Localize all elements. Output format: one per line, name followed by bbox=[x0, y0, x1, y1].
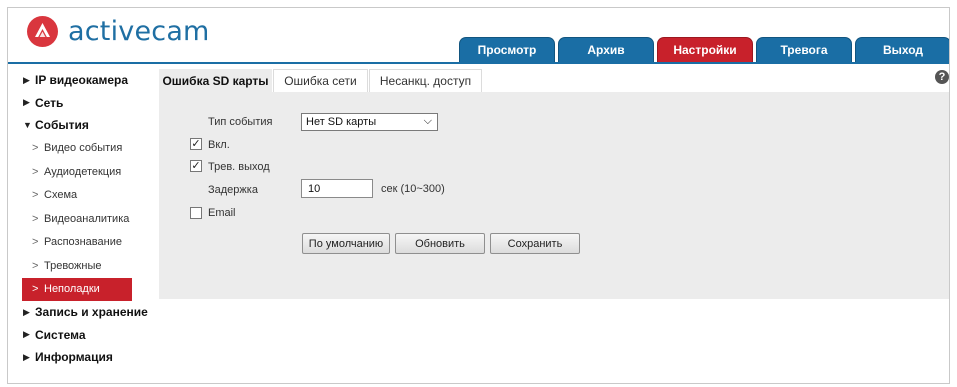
sidebar-item-events[interactable]: ▼ События bbox=[22, 114, 164, 137]
sidebar-item-ip-camera[interactable]: ▶ IP видеокамера bbox=[22, 69, 164, 92]
sidebar-item-label: IP видеокамера bbox=[35, 73, 129, 88]
chevron-right-icon: > bbox=[32, 142, 39, 155]
event-type-label: Тип события bbox=[208, 116, 273, 128]
logo: activecam bbox=[27, 16, 210, 47]
sidebar-item-information[interactable]: ▶ Информация bbox=[22, 346, 164, 369]
chevron-right-icon: > bbox=[32, 283, 39, 296]
sidebar-subitem-scheme[interactable]: > Схема bbox=[22, 184, 164, 208]
sidebar-item-label: Запись и хранение bbox=[35, 305, 148, 320]
sidebar-subitem-video-analytics[interactable]: > Видеоаналитика bbox=[22, 207, 164, 231]
delay-unit: сек (10~300) bbox=[381, 183, 445, 195]
nav-archive-button[interactable]: Архив bbox=[558, 37, 654, 62]
alarm-out-label: Трев. выход bbox=[208, 161, 270, 173]
sidebar-subitem-label: Распознавание bbox=[44, 236, 122, 249]
event-type-value: Нет SD карты bbox=[306, 116, 377, 128]
tab-unauthorized-access[interactable]: Несанкц. доступ bbox=[369, 69, 482, 92]
header: activecam Просмотр Архив Настройки Трево… bbox=[8, 8, 949, 64]
sidebar-subitem-label: Тревожные bbox=[44, 259, 102, 272]
nav-view-button[interactable]: Просмотр bbox=[459, 37, 555, 62]
sidebar: ▶ IP видеокамера ▶ Сеть ▼ События > Виде… bbox=[22, 69, 164, 369]
sidebar-item-recording-storage[interactable]: ▶ Запись и хранение bbox=[22, 301, 164, 324]
chevron-right-icon: > bbox=[32, 259, 39, 272]
sidebar-subitem-audio-detection[interactable]: > Аудиодетекция bbox=[22, 160, 164, 184]
chevron-right-icon: > bbox=[32, 189, 39, 202]
tab-bar: Ошибка SD карты Ошибка сети Несанкц. дос… bbox=[159, 66, 949, 92]
sidebar-item-label: Сеть bbox=[35, 95, 64, 110]
check-icon: ✓ bbox=[191, 137, 201, 150]
enable-checkbox[interactable]: ✓ bbox=[190, 138, 202, 150]
app-frame: activecam Просмотр Архив Настройки Трево… bbox=[7, 7, 950, 384]
check-icon: ✓ bbox=[191, 159, 201, 172]
chevron-down-icon: ⌵ bbox=[423, 115, 432, 127]
sidebar-subitem-recognition[interactable]: > Распознавание bbox=[22, 231, 164, 255]
delay-value: 10 bbox=[308, 182, 321, 195]
enable-label: Вкл. bbox=[208, 139, 230, 151]
logo-icon bbox=[27, 16, 58, 47]
sidebar-item-label: Система bbox=[35, 327, 86, 342]
sidebar-subitem-label: Схема bbox=[44, 189, 78, 202]
tab-sd-card-error[interactable]: Ошибка SD карты bbox=[159, 69, 272, 92]
chevron-right-icon: > bbox=[32, 165, 39, 178]
expand-triangle-icon: ▶ bbox=[23, 306, 30, 317]
sidebar-subitem-faults[interactable]: > Неполадки bbox=[22, 277, 132, 301]
expand-triangle-icon: ▶ bbox=[23, 97, 30, 108]
tab-network-error[interactable]: Ошибка сети bbox=[273, 69, 368, 92]
email-label: Email bbox=[208, 207, 236, 219]
sidebar-item-label: Информация bbox=[35, 350, 113, 365]
nav-logout-button[interactable]: Выход bbox=[855, 37, 949, 62]
help-icon[interactable]: ? bbox=[935, 70, 949, 84]
collapse-triangle-icon: ▼ bbox=[23, 120, 32, 131]
event-type-select[interactable]: Нет SD карты ⌵ bbox=[301, 113, 438, 131]
nav-divider bbox=[8, 62, 949, 64]
refresh-button[interactable]: Обновить bbox=[395, 233, 485, 254]
nav-settings-button[interactable]: Настройки bbox=[657, 37, 753, 62]
top-nav: Просмотр Архив Настройки Тревога Выход bbox=[459, 37, 949, 62]
expand-triangle-icon: ▶ bbox=[23, 74, 30, 85]
brand-name: activecam bbox=[68, 16, 210, 47]
nav-alarm-button[interactable]: Тревога bbox=[756, 37, 852, 62]
chevron-right-icon: > bbox=[32, 212, 39, 225]
settings-panel: Ошибка SD карты Ошибка сети Несанкц. дос… bbox=[159, 66, 949, 299]
email-checkbox[interactable] bbox=[190, 207, 202, 219]
sidebar-subitem-label: Аудиодетекция bbox=[44, 165, 122, 178]
sidebar-subitem-label: Неполадки bbox=[44, 283, 100, 296]
expand-triangle-icon: ▶ bbox=[23, 329, 30, 340]
save-button[interactable]: Сохранить bbox=[490, 233, 580, 254]
sidebar-item-label: События bbox=[35, 118, 89, 133]
sidebar-subitem-label: Видео события bbox=[44, 142, 123, 155]
default-button[interactable]: По умолчанию bbox=[302, 233, 390, 254]
chevron-right-icon: > bbox=[32, 236, 39, 249]
sidebar-subitem-label: Видеоаналитика bbox=[44, 212, 130, 225]
sidebar-subitem-video-events[interactable]: > Видео события bbox=[22, 137, 164, 161]
delay-label: Задержка bbox=[208, 184, 258, 196]
alarm-out-checkbox[interactable]: ✓ bbox=[190, 160, 202, 172]
expand-triangle-icon: ▶ bbox=[23, 351, 30, 362]
sidebar-item-system[interactable]: ▶ Система bbox=[22, 324, 164, 347]
sidebar-item-network[interactable]: ▶ Сеть bbox=[22, 92, 164, 115]
sidebar-subitem-alarm-inputs[interactable]: > Тревожные bbox=[22, 254, 164, 278]
delay-input[interactable]: 10 bbox=[301, 179, 373, 198]
